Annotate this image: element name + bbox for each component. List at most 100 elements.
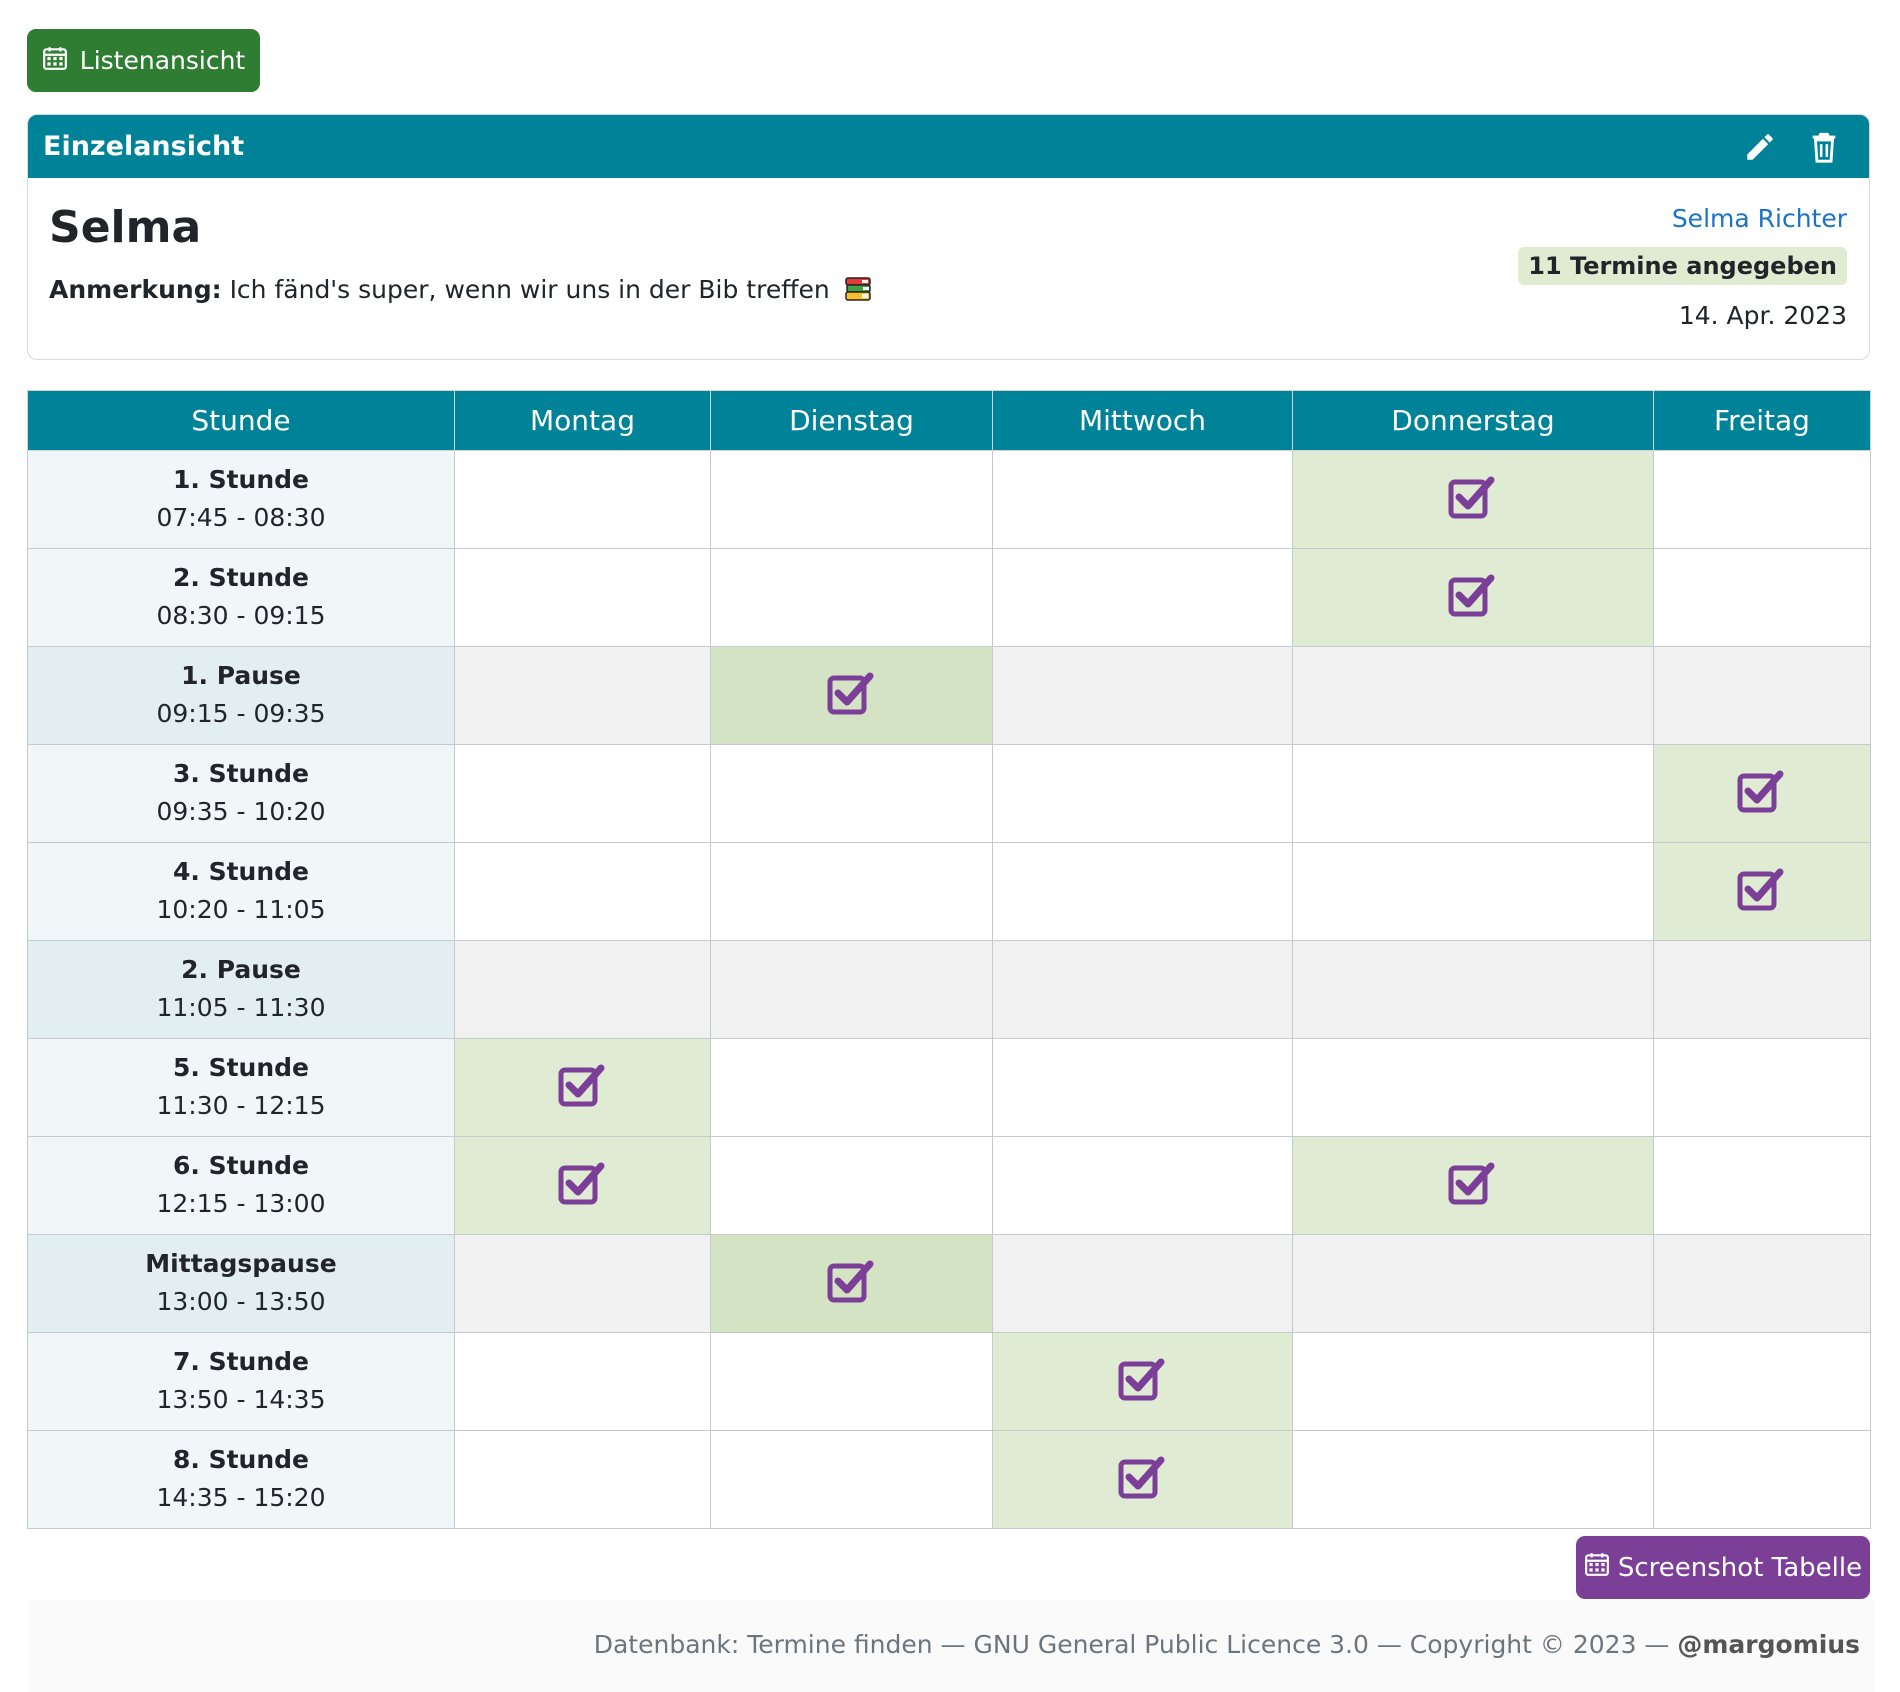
time-slot-cell: 7. Stunde 13:50 - 14:35 [27,1332,455,1431]
day-cell[interactable] [454,1136,711,1235]
checkbox-checked-icon [826,668,878,720]
day-cell[interactable] [992,940,1293,1039]
slot-name: 2. Pause [181,955,301,984]
slot-time: 11:30 - 12:15 [156,1091,326,1120]
column-header: Mittwoch [992,390,1293,451]
day-cell[interactable] [454,548,711,647]
day-cell[interactable] [710,1136,993,1235]
table-row: 7. Stunde 13:50 - 14:35 [27,1332,1871,1431]
day-cell[interactable] [710,1234,993,1333]
checkbox-checked-icon [557,1060,609,1112]
day-cell[interactable] [1292,1038,1654,1137]
day-cell[interactable] [710,744,993,843]
footer-handle[interactable]: @margomius [1677,1630,1860,1659]
table-row: 6. Stunde 12:15 - 13:00 [27,1136,1871,1235]
day-cell[interactable] [1292,940,1654,1039]
day-cell[interactable] [710,940,993,1039]
day-cell[interactable] [710,1430,993,1529]
table-row: 2. Stunde 08:30 - 09:15 [27,548,1871,647]
day-cell[interactable] [1292,1234,1654,1333]
day-cell[interactable] [710,842,993,941]
checkbox-checked-icon [1447,1158,1499,1210]
table-row: 1. Pause 09:15 - 09:35 [27,646,1871,745]
time-slot-cell: 2. Pause 11:05 - 11:30 [27,940,455,1039]
day-cell[interactable] [1653,1234,1871,1333]
day-cell[interactable] [992,842,1293,941]
author-link[interactable]: Selma Richter [1518,204,1847,233]
day-cell[interactable] [710,548,993,647]
screenshot-table-label: Screenshot Tabelle [1617,1552,1863,1583]
date: 14. Apr. 2023 [1678,301,1847,330]
day-cell[interactable] [710,1332,993,1431]
day-cell[interactable] [454,646,711,745]
day-cell[interactable] [1653,1332,1871,1431]
day-cell[interactable] [1653,548,1871,647]
table-header-row: Stunde Montag Dienstag Mittwoch Donnerstag Fr… [27,390,1871,451]
day-cell[interactable] [1653,940,1871,1039]
day-cell[interactable] [992,744,1293,843]
day-cell[interactable] [1292,744,1654,843]
day-cell[interactable] [454,940,711,1039]
checkbox-checked-icon [1117,1354,1169,1406]
detail-card: Einzelansicht Selma Anmerkung: Ich fänd'… [27,114,1870,360]
time-slot-cell: 4. Stunde 10:20 - 11:05 [27,842,455,941]
screenshot-table-button[interactable]: Screenshot Tabelle [1576,1536,1870,1599]
day-cell[interactable] [1653,450,1871,549]
day-cell[interactable] [1292,1136,1654,1235]
day-cell[interactable] [992,1038,1293,1137]
slot-time: 10:20 - 11:05 [156,895,326,924]
slot-name: 7. Stunde [173,1347,309,1376]
day-cell[interactable] [454,450,711,549]
slot-time: 08:30 - 09:15 [156,601,326,630]
day-cell[interactable] [992,548,1293,647]
day-cell[interactable] [992,1430,1293,1529]
day-cell[interactable] [1292,548,1654,647]
day-cell[interactable] [1653,1038,1871,1137]
day-cell[interactable] [1292,842,1654,941]
checkbox-checked-icon [1736,766,1788,818]
day-cell[interactable] [992,450,1293,549]
day-cell[interactable] [992,1234,1293,1333]
calendar-icon [1584,1551,1610,1584]
slot-name: 8. Stunde [173,1445,309,1474]
checkbox-checked-icon [826,1256,878,1308]
day-cell[interactable] [454,744,711,843]
day-cell[interactable] [1653,1136,1871,1235]
note-text: Ich fänd's super, wenn wir uns in der Bi… [229,275,830,304]
slot-name: Mittagspause [145,1249,337,1278]
day-cell[interactable] [1292,450,1654,549]
column-header: Stunde [27,390,455,451]
day-cell[interactable] [1653,842,1871,941]
person-name: Selma [49,202,202,253]
pencil-icon[interactable] [1743,130,1777,164]
slot-time: 09:15 - 09:35 [156,699,326,728]
day-cell[interactable] [992,1332,1293,1431]
time-slot-cell: 2. Stunde 08:30 - 09:15 [27,548,455,647]
checkbox-checked-icon [1117,1452,1169,1504]
time-slot-cell: Mittagspause 13:00 - 13:50 [27,1234,455,1333]
day-cell[interactable] [1292,646,1654,745]
day-cell[interactable] [454,1038,711,1137]
day-cell[interactable] [454,1430,711,1529]
day-cell[interactable] [1292,1430,1654,1529]
day-cell[interactable] [710,646,993,745]
day-cell[interactable] [1653,646,1871,745]
day-cell[interactable] [454,842,711,941]
day-cell[interactable] [1653,744,1871,843]
day-cell[interactable] [710,450,993,549]
trash-icon[interactable] [1807,130,1841,164]
day-cell[interactable] [1653,1430,1871,1529]
calendar-icon [42,45,68,77]
day-cell[interactable] [992,1136,1293,1235]
slot-time: 13:50 - 14:35 [156,1385,326,1414]
table-row: 8. Stunde 14:35 - 15:20 [27,1430,1871,1529]
slot-name: 3. Stunde [173,759,309,788]
day-cell[interactable] [1292,1332,1654,1431]
table-row: 2. Pause 11:05 - 11:30 [27,940,1871,1039]
day-cell[interactable] [992,646,1293,745]
list-view-button[interactable]: Listenansicht [27,29,260,92]
slot-name: 4. Stunde [173,857,309,886]
day-cell[interactable] [710,1038,993,1137]
day-cell[interactable] [454,1332,711,1431]
day-cell[interactable] [454,1234,711,1333]
